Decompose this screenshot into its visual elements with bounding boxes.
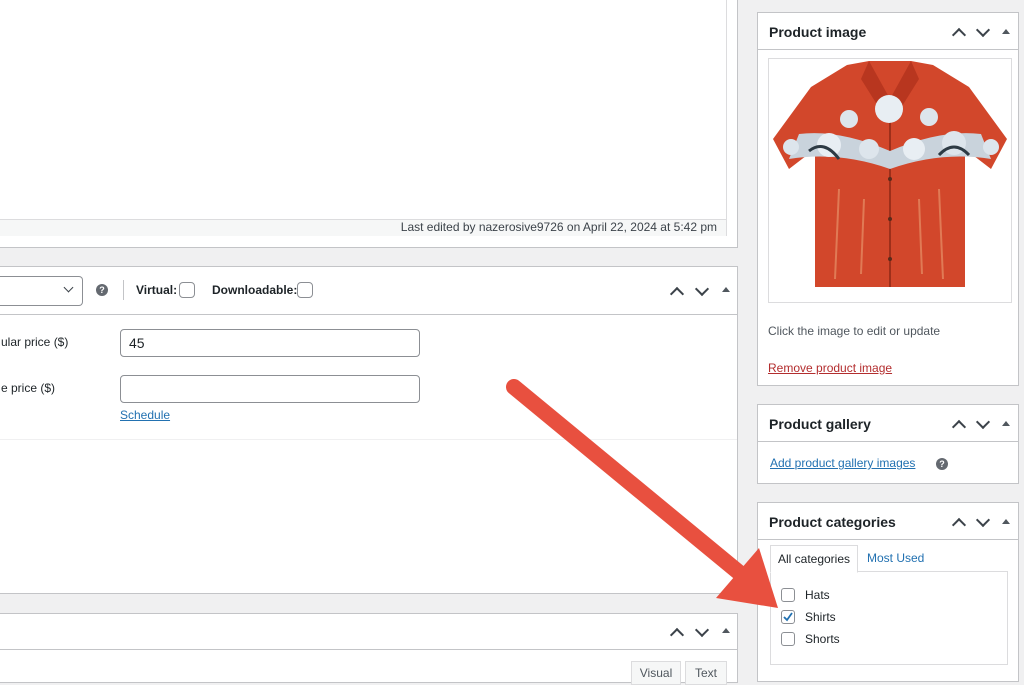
sale-price-input[interactable] (120, 375, 420, 403)
regular-price-input[interactable]: 45 (120, 329, 420, 357)
product-image-box: Product image Click the image to edit or… (757, 12, 1019, 386)
tab-text-label: Text (694, 666, 717, 680)
chevron-up-icon[interactable] (669, 286, 685, 302)
shirt-image (773, 61, 1007, 287)
chevron-down-icon[interactable] (975, 512, 991, 528)
downloadable-checkbox[interactable] (297, 282, 313, 298)
sale-price-label: e price ($) (1, 381, 56, 395)
chevron-down-icon[interactable] (975, 414, 991, 430)
schedule-link[interactable]: Schedule (120, 408, 170, 422)
category-label: Shorts (805, 632, 840, 646)
add-product-gallery-images-link[interactable]: Add product gallery images (770, 456, 915, 470)
help-icon[interactable]: ? (936, 458, 948, 470)
box-header-border (758, 441, 1018, 442)
product-type-select[interactable] (0, 276, 83, 306)
last-edited-text: Last edited by nazerosive9726 on April 2… (400, 220, 717, 234)
help-icon[interactable]: ? (96, 284, 108, 296)
category-checkbox[interactable] (781, 588, 795, 602)
regular-price-value: 45 (129, 335, 145, 351)
product-categories-box: Product categories All categories Most U… (757, 502, 1019, 682)
chevron-down-icon[interactable] (694, 622, 710, 638)
product-gallery-title: Product gallery (769, 416, 871, 432)
category-checkbox[interactable] (781, 632, 795, 646)
editor-panel: Last edited by nazerosive9726 on April 2… (0, 0, 738, 248)
virtual-label: Virtual: (136, 283, 178, 297)
chevron-up-icon[interactable] (951, 27, 967, 43)
product-image-hint: Click the image to edit or update (768, 324, 941, 338)
box-header-border (758, 49, 1018, 50)
regular-price-label: ular price ($) (1, 335, 69, 349)
virtual-checkbox[interactable] (179, 282, 195, 298)
chevron-down-icon[interactable] (975, 22, 991, 38)
category-label: Hats (805, 588, 830, 602)
tab-most-used[interactable]: Most Used (867, 551, 924, 565)
category-checklist: Hats Shirts Shorts (770, 571, 1008, 665)
chevron-up-icon[interactable] (951, 419, 967, 435)
product-thumbnail[interactable] (768, 58, 1012, 303)
tab-text[interactable]: Text (685, 661, 727, 685)
tab-visual-label: Visual (639, 666, 673, 680)
dropdown-chevron-icon (63, 282, 74, 293)
box-header-border (758, 539, 1018, 540)
toggle-triangle-icon[interactable] (722, 628, 730, 633)
product-gallery-box: Product gallery Add product gallery imag… (757, 404, 1019, 484)
product-data-panel: ? Virtual: Downloadable: ular price ($) … (0, 266, 738, 594)
product-categories-title: Product categories (769, 514, 896, 530)
section-divider (0, 439, 737, 440)
toggle-triangle-icon[interactable] (722, 287, 730, 292)
panel-header-border (0, 314, 737, 315)
category-label: Shirts (805, 610, 836, 624)
chevron-up-icon[interactable] (951, 517, 967, 533)
category-checkbox[interactable] (781, 610, 795, 624)
bottom-panel: Visual Text (0, 613, 738, 685)
tab-all-categories-label: All categories (777, 552, 851, 566)
tab-visual[interactable]: Visual (631, 661, 681, 685)
divider (123, 280, 124, 300)
toggle-triangle-icon[interactable] (1002, 29, 1010, 34)
product-image-title: Product image (769, 24, 867, 40)
downloadable-label: Downloadable: (212, 283, 298, 297)
toggle-triangle-icon[interactable] (1002, 421, 1010, 426)
checkmark-icon (783, 612, 793, 622)
editor-content-area[interactable] (0, 0, 727, 219)
bottom-panel-divider (0, 649, 737, 650)
remove-product-image-link[interactable]: Remove product image (768, 361, 892, 375)
chevron-down-icon[interactable] (694, 281, 710, 297)
toggle-triangle-icon[interactable] (1002, 519, 1010, 524)
chevron-up-icon[interactable] (669, 627, 685, 643)
tab-all-categories[interactable]: All categories (770, 545, 858, 573)
